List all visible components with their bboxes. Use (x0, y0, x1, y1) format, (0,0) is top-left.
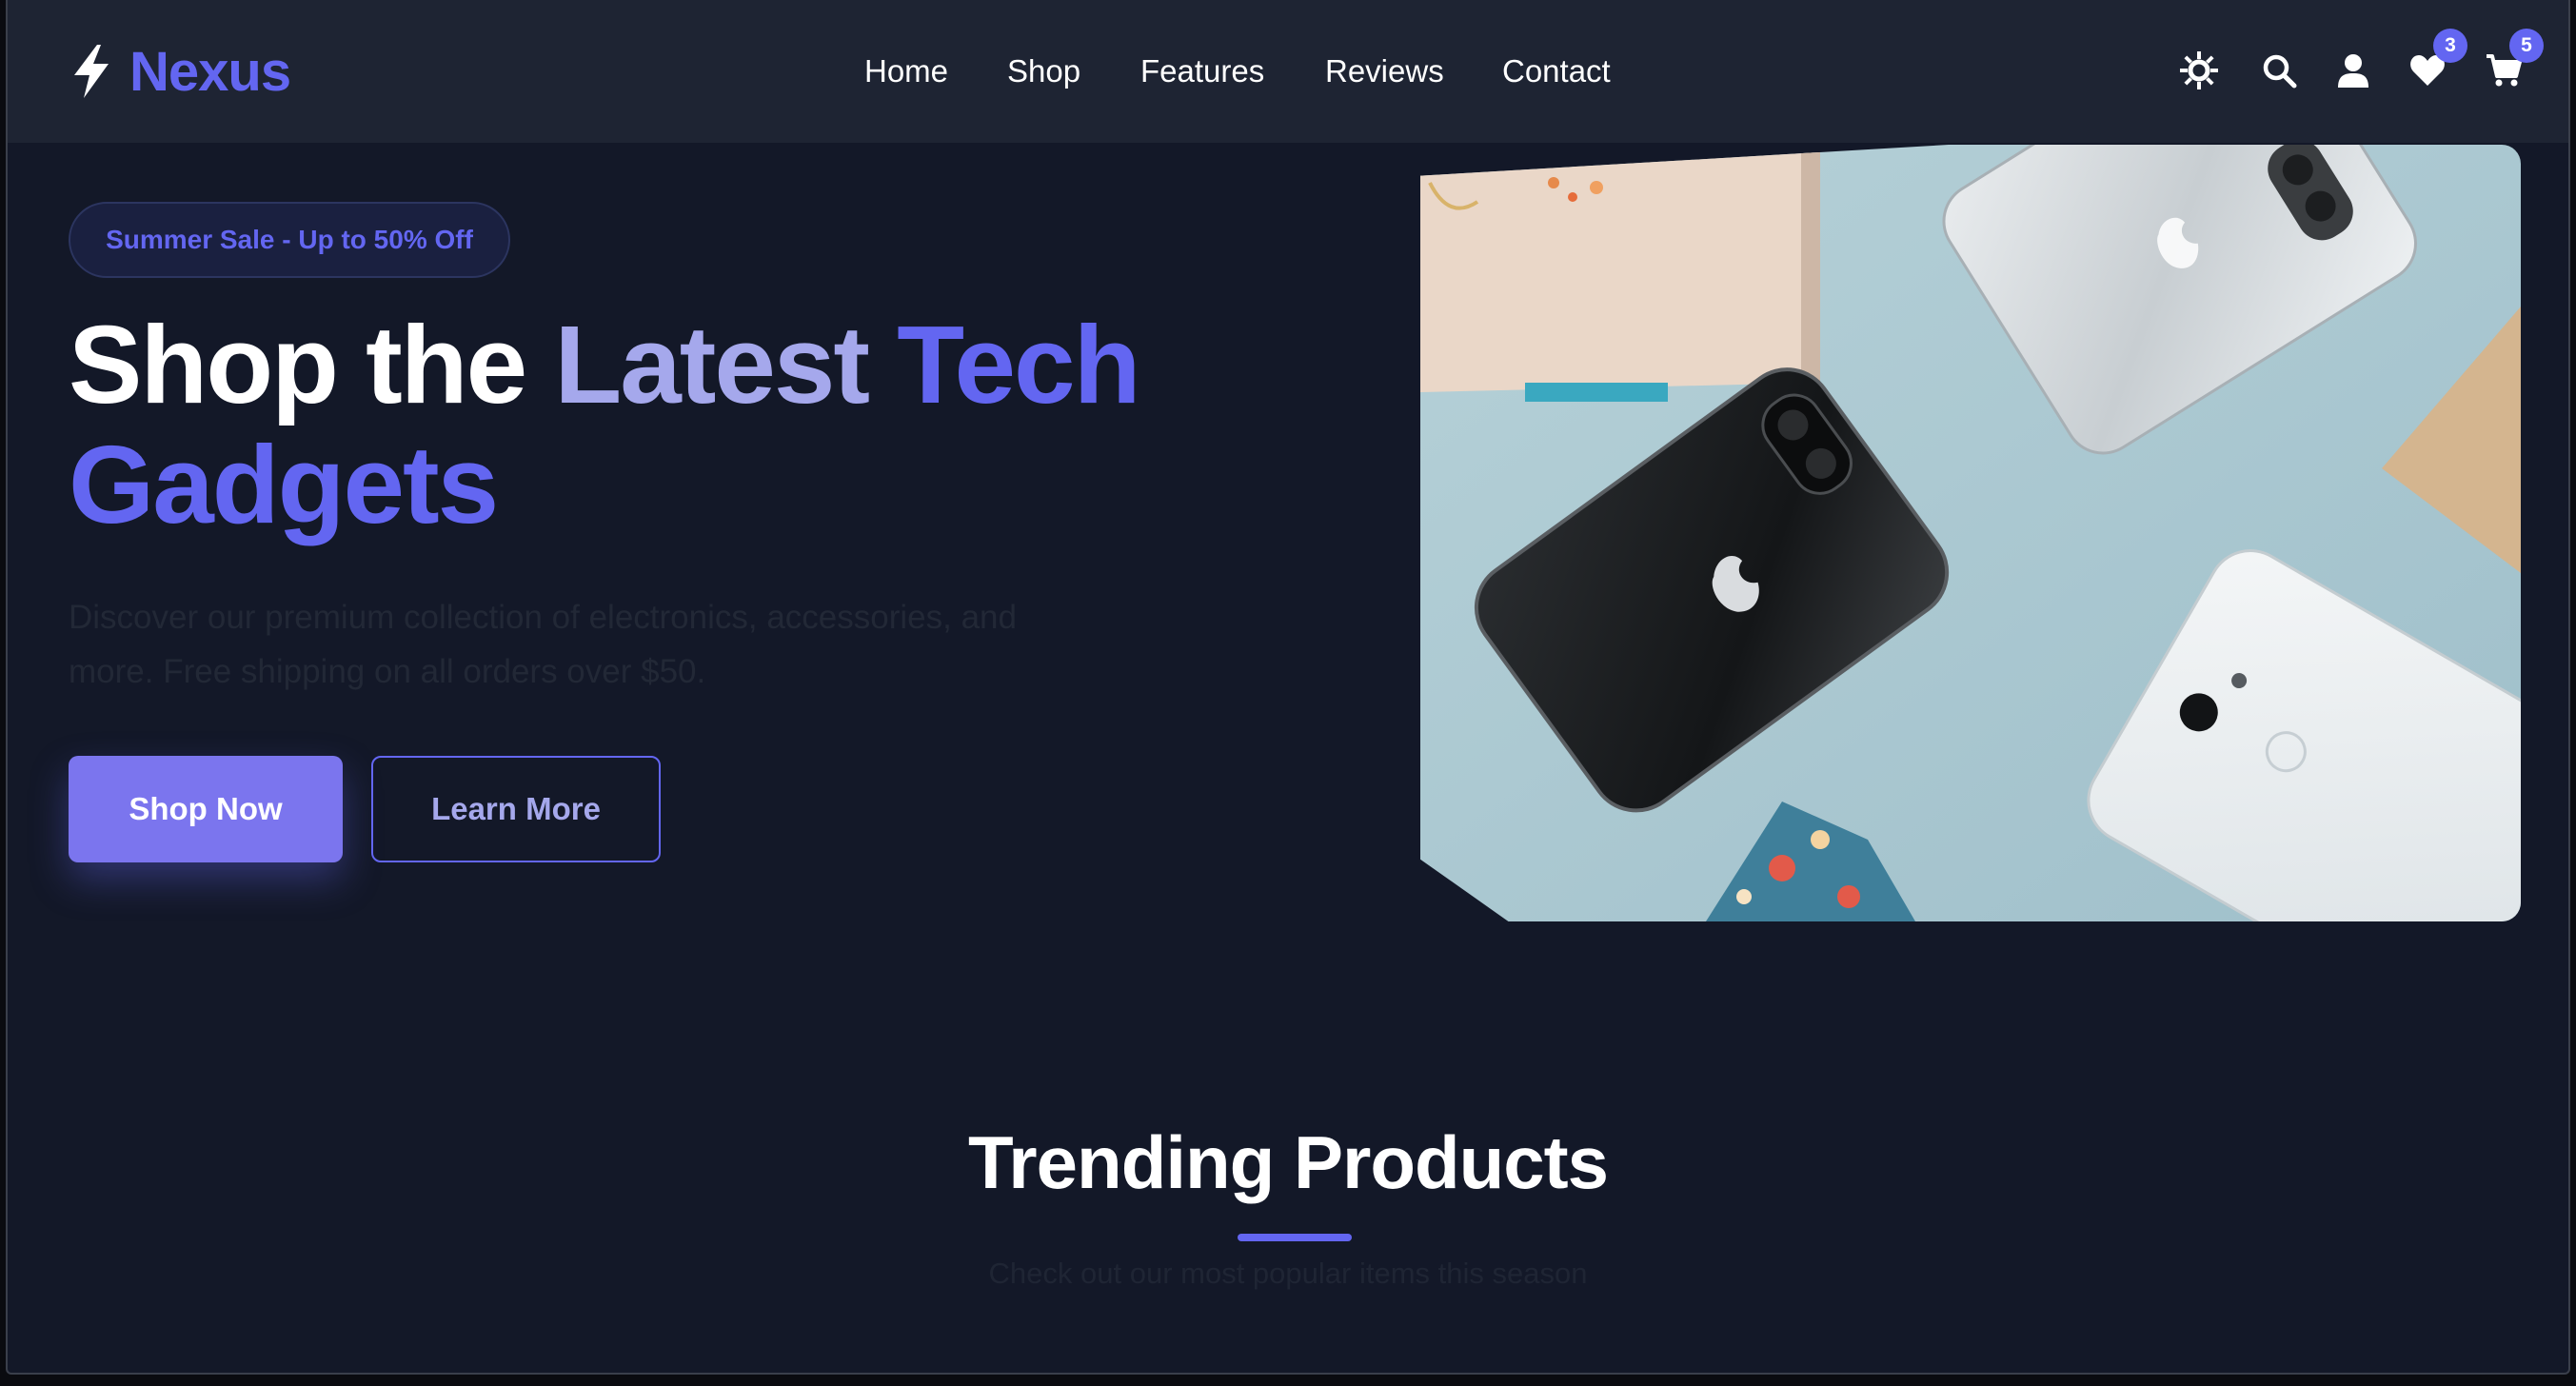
hero-image (1418, 143, 2525, 923)
cart-count-badge: 5 (2509, 29, 2544, 63)
nav-icons: 3 5 (8, 29, 2568, 101)
sale-badge: Summer Sale - Up to 50% Off (69, 202, 510, 278)
trending-title: Trending Products (967, 1120, 1609, 1204)
hero-title-part-3: Tech (897, 303, 1140, 426)
search-icon[interactable] (2256, 44, 2302, 97)
shop-now-button[interactable]: Shop Now (69, 756, 343, 862)
top-navigation: Nexus Home Shop Features Reviews Contact (8, 0, 2568, 143)
user-icon[interactable] (2330, 44, 2376, 97)
theme-toggle-icon[interactable] (2176, 44, 2222, 97)
browser-frame: Nexus Home Shop Features Reviews Contact (6, 0, 2570, 1375)
learn-more-button[interactable]: Learn More (371, 756, 661, 862)
hero-description: Discover our premium collection of elect… (69, 599, 1017, 690)
heart-icon[interactable]: 3 (2405, 29, 2467, 97)
trending-title-underline (1238, 1234, 1352, 1241)
trending-subtitle: Check out our most popular items this se… (988, 1257, 1588, 1290)
hero-title-part-4: Gadgets (69, 423, 499, 546)
wishlist-count-badge: 3 (2433, 29, 2467, 63)
hero-title-part-2: Latest (554, 303, 898, 426)
hero-title: Shop the Latest Tech Gadgets (69, 305, 1306, 544)
hero-title-part-1: Shop the (69, 303, 555, 426)
cart-icon[interactable]: 5 (2481, 29, 2544, 97)
phones-photo (1420, 145, 2521, 921)
